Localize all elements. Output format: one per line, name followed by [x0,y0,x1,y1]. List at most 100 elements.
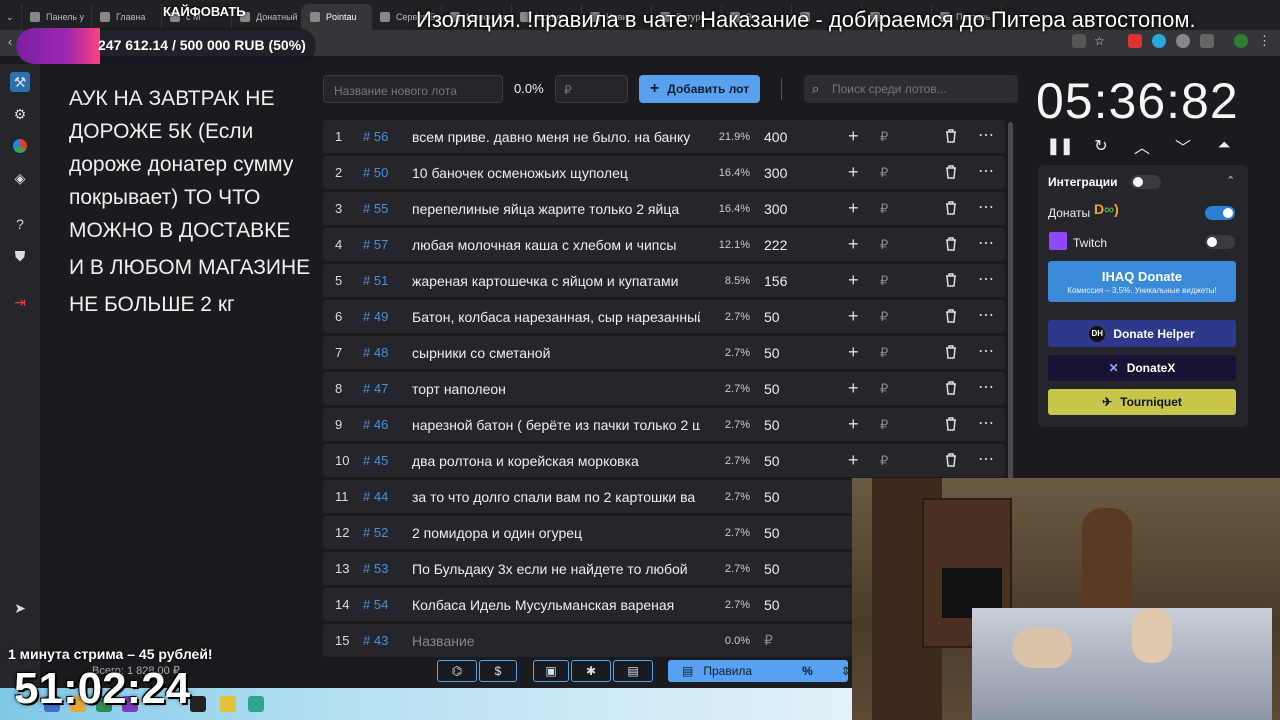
ruble-input-icon[interactable]: ₽ [880,165,888,181]
ruble-input-icon[interactable]: ₽ [880,417,888,433]
lock-icon[interactable] [220,696,236,712]
chevron-down-icon[interactable]: ﹀ [1173,136,1193,157]
trash-icon[interactable] [944,380,958,398]
trash-icon[interactable] [944,236,958,254]
lot-row[interactable]: 9 # 46 нарезной батон ( берёте из пачки то… [323,408,1005,441]
back-arrow-icon[interactable]: ‹ [8,34,12,49]
pause-icon[interactable]: ❚❚ [1047,136,1074,156]
more-options-icon[interactable]: ⋯ [978,413,994,433]
donatex-button[interactable]: ✕ DonateX [1048,355,1236,381]
shield-check-icon[interactable]: ⛊ [10,246,30,266]
new-lot-name-input[interactable]: Название нового лота [323,75,503,103]
lot-row[interactable]: 1 # 56 всем приве. давно меня не было. на … [323,120,1005,153]
lot-name[interactable]: По Бульдаку 3х если не найдете то любой [412,561,700,577]
lot-name[interactable]: нарезной батон ( берёте из пачки только … [412,417,700,433]
more-options-icon[interactable]: ⋯ [978,305,994,325]
github-button[interactable]: ⌬ [437,660,477,682]
lot-name[interactable]: торт наполеон [412,381,700,397]
taskbar-app-icon[interactable] [190,696,206,712]
rules-button[interactable]: ▤ Правила % ⇕ [668,660,851,682]
browser-tab[interactable]: Панель у [22,4,92,30]
ruble-input-icon[interactable]: ₽ [880,129,888,145]
extensions-puzzle-icon[interactable] [1200,34,1214,48]
dollar-button[interactable]: $ [479,660,517,682]
trash-icon[interactable] [944,128,958,146]
more-options-icon[interactable]: ⋯ [978,449,994,469]
lot-row[interactable]: 7 # 48 сырники со сметаной 2.7% 50 + ₽ ⋯ [323,336,1005,369]
browser-tab[interactable]: Главна [92,4,162,30]
ihaq-donate-button[interactable]: IHAQ Donate Комиссия – 3,5%. Уникальные … [1048,261,1236,302]
chevron-up-icon[interactable]: ︿ [1132,136,1152,157]
restart-icon[interactable]: ↻ [1091,136,1111,156]
lot-name[interactable]: Колбаса Идель Мусульманская вареная [412,597,700,613]
lot-name[interactable]: 10 баночек осменожьих щуполец [412,165,700,181]
new-lot-amount-input[interactable]: ₽ [555,75,628,103]
lots-scrollbar[interactable] [1008,122,1013,482]
add-amount-icon[interactable]: + [848,450,859,471]
more-options-icon[interactable]: ⋯ [978,125,994,145]
ruble-input-icon[interactable]: ₽ [880,201,888,217]
lot-row[interactable]: 4 # 57 любая молочная каша с хлебом и чипс… [323,228,1005,261]
percent-icon[interactable]: % [802,664,813,678]
extension-icon-blue[interactable] [1152,34,1166,48]
lot-name[interactable]: Батон, колбаса нарезанная, сыр нарезанны… [412,309,700,325]
taskbar-app-icon[interactable] [248,696,264,712]
add-amount-icon[interactable]: + [848,378,859,399]
clear-list-button[interactable]: ▤ [613,660,653,682]
more-options-icon[interactable]: ⋯ [978,341,994,361]
lot-row[interactable]: 5 # 51 жареная картошечка с яйцом и купата… [323,264,1005,297]
add-amount-icon[interactable]: + [848,306,859,327]
bug-button[interactable]: ✱ [571,660,611,682]
donate-helper-button[interactable]: DH Donate Helper [1048,320,1236,347]
trash-icon[interactable] [944,200,958,218]
add-amount-icon[interactable]: + [848,414,859,435]
add-amount-icon[interactable]: + [848,270,859,291]
layers-icon[interactable]: ◈ [10,168,30,188]
lot-name[interactable]: перепелиные яйца жарите только 2 яйца [412,201,700,217]
bookmark-star-icon[interactable]: ☆ [1094,34,1108,48]
lot-row[interactable]: 2 # 50 10 баночек осменожьих щуполец 16.4% 3… [323,156,1005,189]
donations-toggle[interactable] [1205,206,1235,220]
trash-icon[interactable] [944,272,958,290]
hammer-icon[interactable]: ⚒ [10,72,30,92]
double-chevron-up-icon[interactable]: ⏶ [1214,136,1234,156]
add-lot-button[interactable]: + Добавить лот [639,75,760,103]
tourniquet-button[interactable]: ✈ Tourniquet [1048,389,1236,415]
lot-name[interactable]: два ролтона и корейская морковка [412,453,700,469]
more-options-icon[interactable]: ⋯ [978,233,994,253]
trash-icon[interactable] [944,452,958,470]
more-options-icon[interactable]: ⋯ [978,377,994,397]
ruble-input-icon[interactable]: ₽ [880,273,888,289]
lot-row[interactable]: 3 # 55 перепелиные яйца жарите только 2 яй… [323,192,1005,225]
pie-wheel-icon[interactable] [10,136,30,156]
trash-icon[interactable] [944,164,958,182]
extension-icon-grey[interactable] [1176,34,1190,48]
lot-name[interactable]: жареная картошечка с яйцом и купатами [412,273,700,289]
browser-menu-icon[interactable]: ⋮ [1258,33,1271,49]
lot-name[interactable]: Название [412,633,700,649]
ruble-input-icon[interactable]: ₽ [880,381,888,397]
ruble-input-icon[interactable]: ₽ [880,309,888,325]
adblock-extension-icon[interactable] [1128,34,1142,48]
lot-name[interactable]: всем приве. давно меня не было. на банку [412,129,700,145]
help-icon[interactable]: ? [10,214,30,234]
twitch-toggle[interactable] [1205,235,1235,249]
integrations-toggle[interactable] [1131,175,1161,189]
lot-row[interactable]: 10 # 45 два ролтона и корейская морковка 2.… [323,444,1005,477]
ruble-input-icon[interactable]: ₽ [880,237,888,253]
lot-name[interactable]: любая молочная каша с хлебом и чипсы [412,237,700,253]
trash-icon[interactable] [944,344,958,362]
lot-name[interactable]: за то что долго спали вам по 2 картошки … [412,489,700,505]
settings-gear-icon[interactable]: ⚙ [10,104,30,124]
tab-menu-button[interactable]: ⌄ [0,4,22,30]
add-amount-icon[interactable]: + [848,162,859,183]
more-options-icon[interactable]: ⋯ [978,197,994,217]
telegram-icon[interactable]: ➤ [10,598,30,618]
lot-search-input[interactable]: ⌕ Поиск среди лотов... [804,75,1018,103]
trash-icon[interactable] [944,416,958,434]
lot-row[interactable]: 8 # 47 торт наполеон 2.7% 50 + ₽ ⋯ [323,372,1005,405]
add-amount-icon[interactable]: + [848,234,859,255]
more-options-icon[interactable]: ⋯ [978,161,994,181]
browser-tab[interactable]: Pointau [302,4,372,30]
save-button[interactable]: ▣ [533,660,569,682]
